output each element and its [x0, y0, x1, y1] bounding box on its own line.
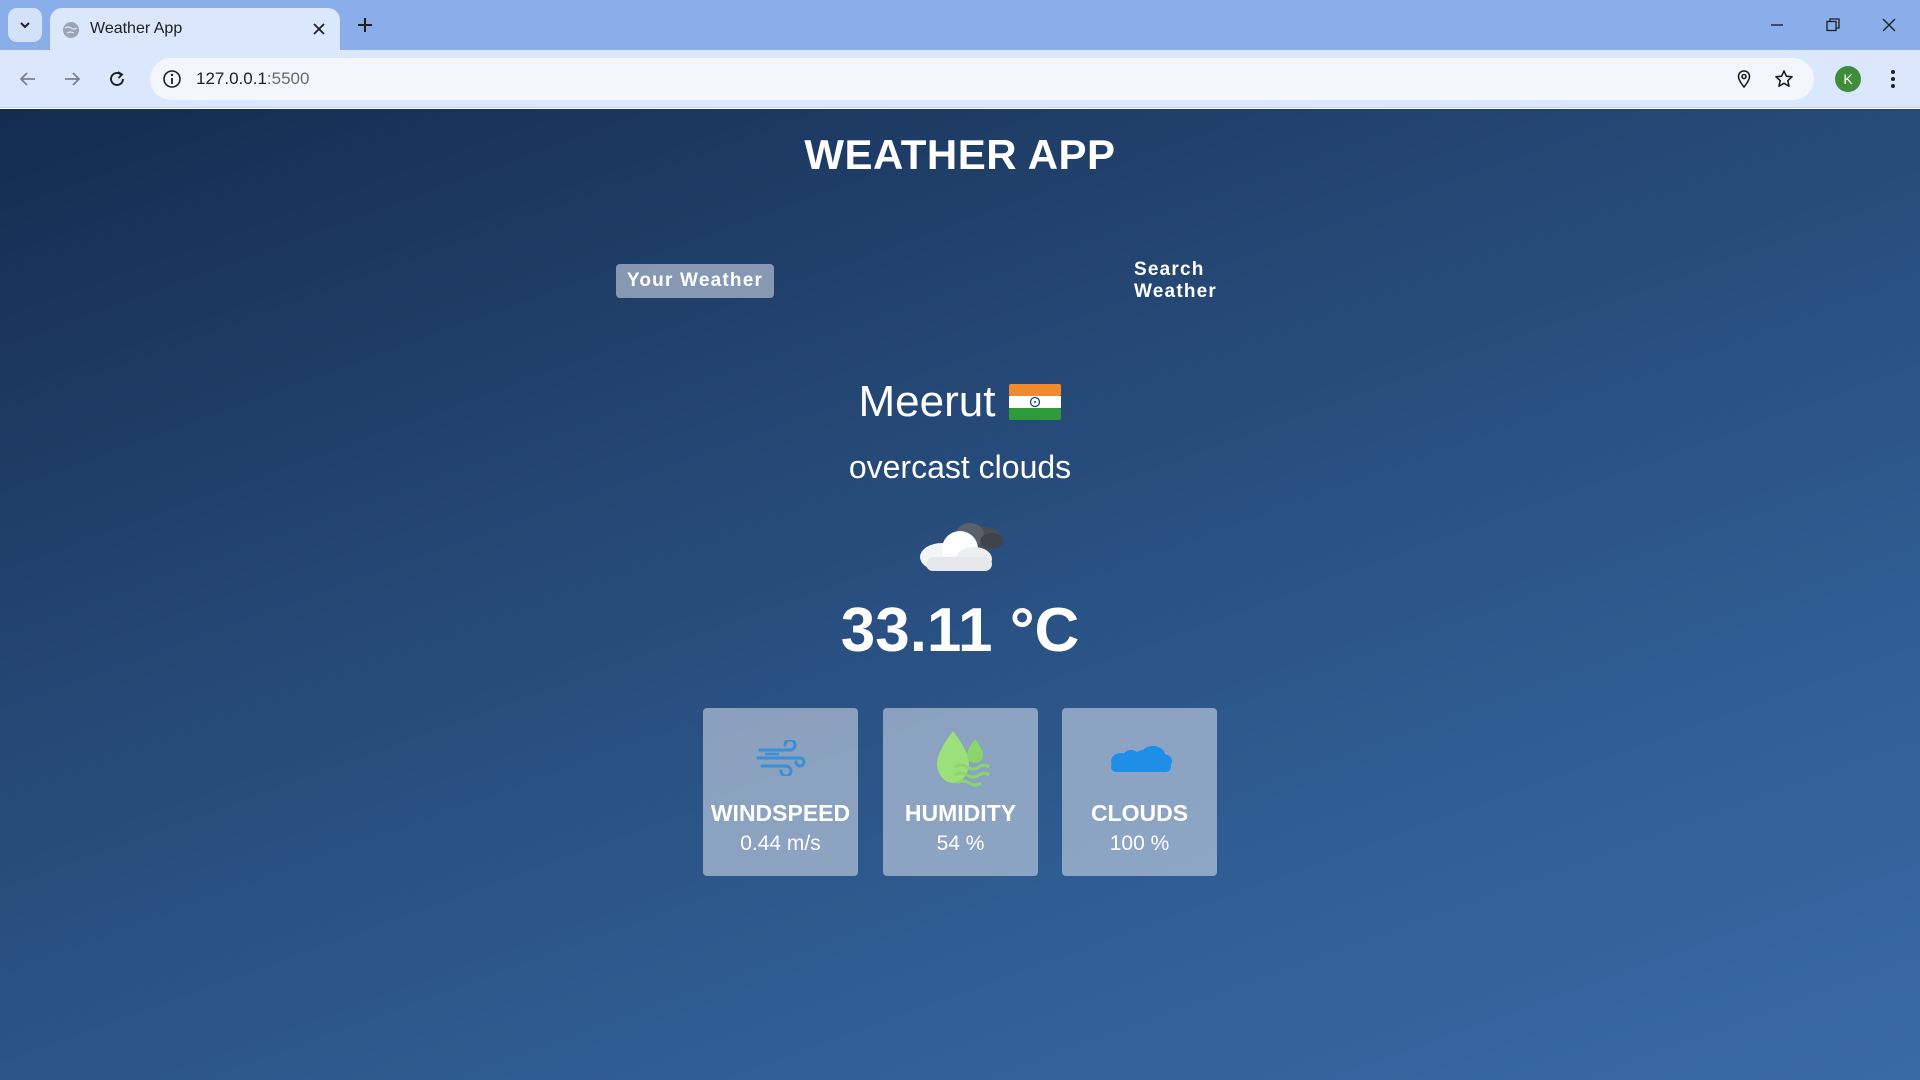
location-pin-icon	[1737, 70, 1751, 89]
browser-toolbar: 127.0.0.1:5500 K	[0, 50, 1920, 108]
minimize-icon	[1771, 24, 1783, 26]
info-icon	[163, 70, 181, 88]
humidity-label: HUMIDITY	[904, 800, 1017, 826]
windspeed-label: WINDSPEED	[710, 800, 851, 826]
new-tab-button[interactable]	[352, 12, 378, 38]
location-button[interactable]	[1732, 67, 1756, 91]
close-icon	[1882, 18, 1896, 32]
tab-title: Weather App	[90, 20, 183, 37]
tab-search-button[interactable]	[8, 8, 42, 42]
humidity-value: 54 %	[936, 832, 985, 855]
address-bar[interactable]: 127.0.0.1:5500	[150, 58, 1814, 100]
globe-icon	[63, 22, 79, 38]
reload-icon	[110, 71, 124, 86]
back-button[interactable]	[12, 63, 44, 95]
humidity-icon	[936, 731, 990, 787]
site-info-button[interactable]	[160, 67, 184, 91]
url-host: 127.0.0.1	[196, 69, 267, 88]
profile-avatar[interactable]: K	[1835, 66, 1861, 92]
chevron-down-icon	[20, 22, 30, 29]
more-vertical-icon	[1891, 70, 1895, 88]
weather-description: overcast clouds	[848, 449, 1072, 485]
weather-app-page: WEATHER APP Your Weather Search Weather …	[0, 109, 1920, 1080]
windspeed-card: WINDSPEED 0.44 m/s	[703, 708, 858, 876]
browser-tab-strip: Weather App	[0, 0, 1920, 50]
overcast-clouds-icon	[920, 523, 1004, 571]
restore-button[interactable]	[1816, 10, 1850, 40]
url-port: :5500	[266, 69, 310, 88]
forward-button[interactable]	[56, 63, 88, 95]
arrow-right-icon	[65, 72, 81, 86]
restore-icon	[1826, 18, 1840, 32]
minimize-button[interactable]	[1760, 10, 1794, 40]
wind-icon	[756, 740, 805, 776]
browser-tab-active[interactable]: Weather App	[50, 8, 340, 50]
temperature-value: 33.11 °C	[840, 596, 1080, 665]
tab-close-button[interactable]	[308, 18, 330, 40]
windspeed-value: 0.44 m/s	[740, 832, 821, 855]
location-row: Meerut	[0, 377, 1920, 427]
clouds-value: 100 %	[1109, 832, 1170, 855]
clouds-icon	[1110, 746, 1172, 772]
bookmark-button[interactable]	[1772, 67, 1796, 91]
browser-menu-button[interactable]	[1879, 64, 1907, 94]
clouds-label: CLOUDS	[1090, 800, 1189, 826]
city-name: Meerut	[858, 377, 996, 426]
reload-button[interactable]	[101, 63, 133, 95]
humidity-card: HUMIDITY 54 %	[883, 708, 1038, 876]
page-title: WEATHER APP	[804, 131, 1116, 178]
close-window-button[interactable]	[1872, 10, 1906, 40]
tab-search-weather[interactable]: Search Weather	[1124, 259, 1302, 302]
india-flag-icon	[1009, 384, 1062, 420]
arrow-left-icon	[19, 72, 35, 86]
star-icon	[1775, 70, 1793, 87]
clouds-card: CLOUDS 100 %	[1062, 708, 1217, 876]
tab-your-weather[interactable]: Your Weather	[616, 264, 774, 298]
close-icon	[313, 23, 325, 35]
plus-icon	[358, 18, 372, 32]
url-text[interactable]: 127.0.0.1:5500	[196, 69, 309, 89]
